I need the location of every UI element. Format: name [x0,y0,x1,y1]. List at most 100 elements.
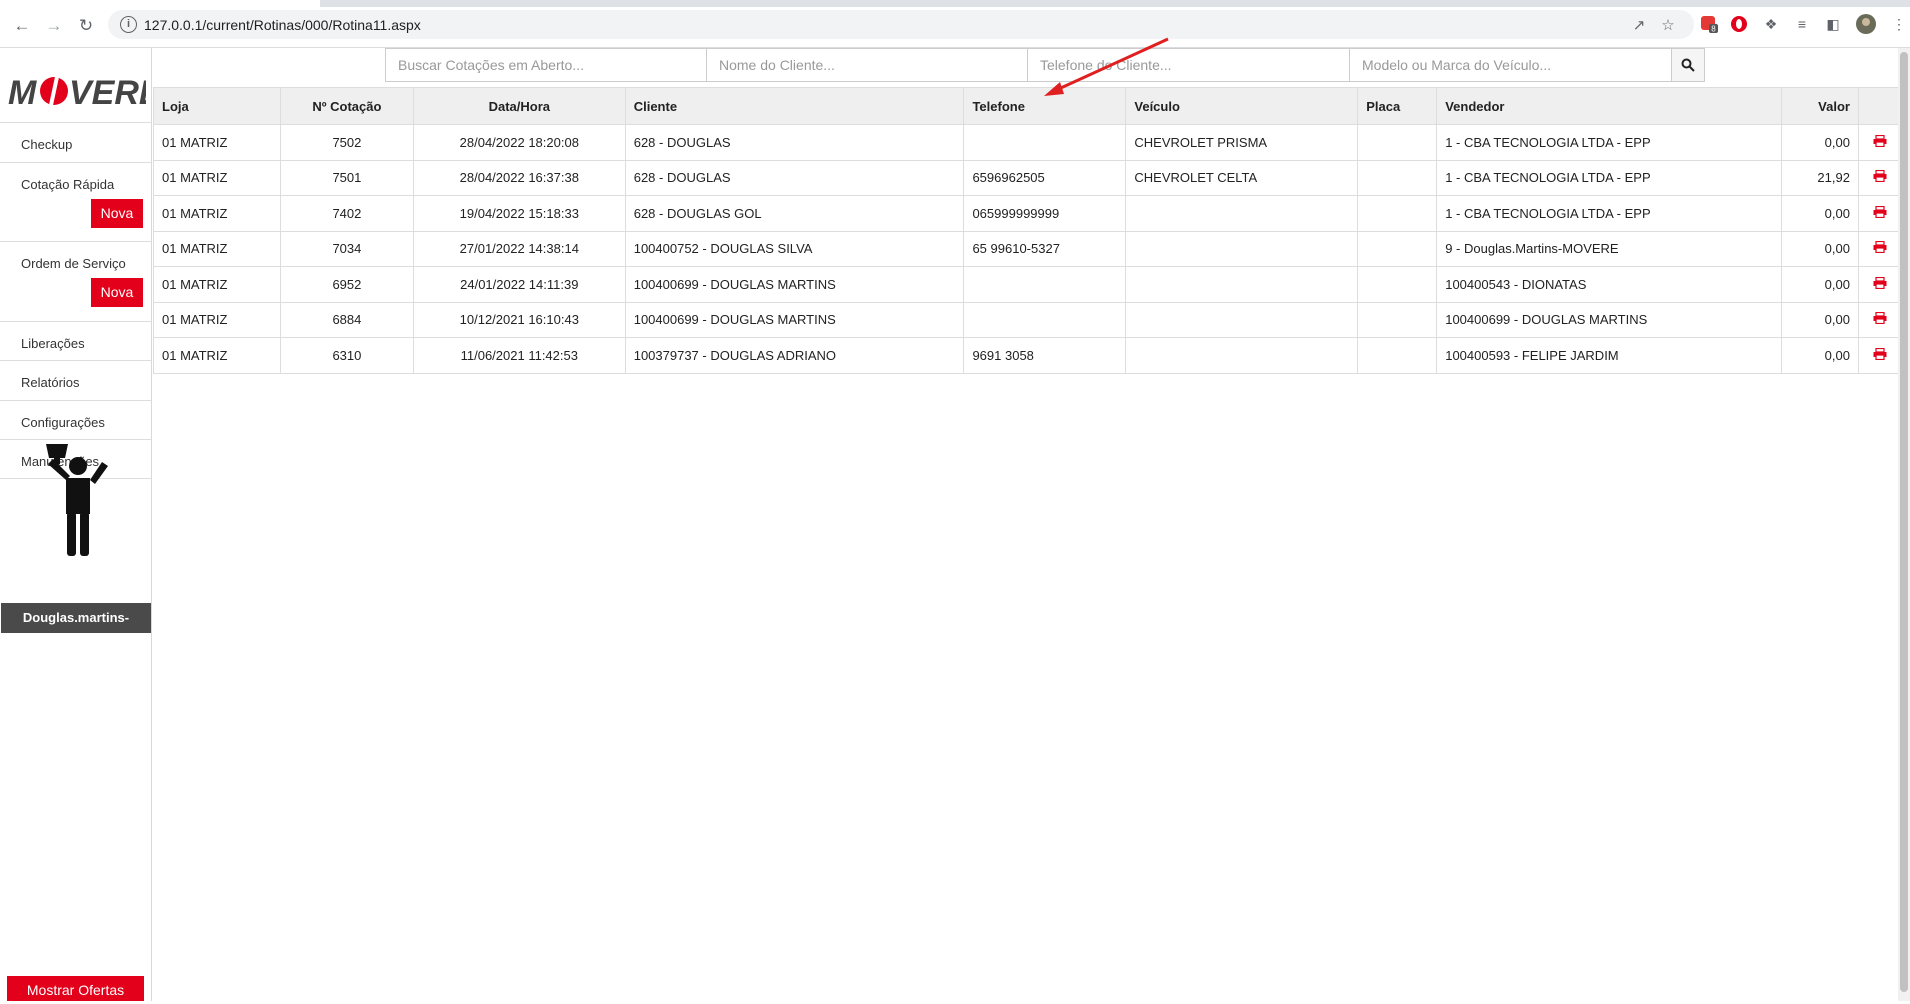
svg-text:M: M [8,74,37,112]
cell-vendedor: 100400699 - DOUGLAS MARTINS [1436,301,1782,338]
print-icon[interactable] [1873,276,1887,289]
cell-telefone [963,124,1127,161]
table-row[interactable]: 01 MATRIZ 7502 28/04/2022 18:20:08 628 - DO… [153,124,1904,161]
table-row[interactable]: 01 MATRIZ 6310 11/06/2021 11:42:53 10037973… [153,337,1904,374]
bookmark-star-icon[interactable]: ☆ [1657,14,1679,36]
address-bar[interactable]: i 127.0.0.1/current/Rotinas/000/Rotina11… [108,10,1694,39]
sidebar-item-label: Configurações [21,415,105,430]
site-info-icon[interactable]: i [120,16,137,33]
sidebar-item-label: Relatórios [21,375,80,390]
col-header-veiculo[interactable]: Veículo [1125,87,1359,125]
forward-icon[interactable]: → [42,14,66,38]
col-header-cliente[interactable]: Cliente [624,87,965,125]
print-icon[interactable] [1873,170,1887,183]
browser-toolbar: ← → ↻ i 127.0.0.1/current/Rotinas/000/Ro… [0,0,1910,48]
profile-avatar[interactable] [1855,13,1877,35]
cell-cotacao: 7502 [279,124,414,161]
cell-cotacao: 7501 [279,159,414,196]
col-header-telefone[interactable]: Telefone [963,87,1127,125]
browser-menu-icon[interactable]: ⋮ [1888,13,1910,35]
cell-loja: 01 MATRIZ [153,230,281,267]
cell-telefone: 065999999999 [963,195,1127,232]
cell-cliente: 100400699 - DOUGLAS MARTINS [624,301,965,338]
col-header-loja[interactable]: Loja [153,87,281,125]
cell-valor: 0,00 [1780,337,1859,374]
cell-data-hora: 11/06/2021 11:42:53 [412,337,626,374]
cell-placa [1357,195,1438,232]
cell-vendedor: 1 - CBA TECNOLOGIA LTDA - EPP [1436,124,1782,161]
back-icon[interactable]: ← [10,14,34,38]
active-tab[interactable] [0,0,320,7]
tab-strip [0,0,1910,7]
url-text[interactable]: 127.0.0.1/current/Rotinas/000/Rotina11.a… [144,17,421,33]
cotacoes-search-input[interactable] [385,48,707,82]
extension-badge-icon[interactable]: 8 [1698,13,1720,35]
cell-valor: 0,00 [1780,124,1859,161]
table-row[interactable]: 01 MATRIZ 6952 24/01/2022 14:11:39 10040069… [153,266,1904,303]
col-header-placa[interactable]: Placa [1357,87,1438,125]
cell-data-hora: 28/04/2022 16:37:38 [412,159,626,196]
cell-cliente: 100379737 - DOUGLAS ADRIANO [624,337,965,374]
sidebar-item-checkup[interactable]: Checkup [0,122,152,162]
cell-cliente: 628 - DOUGLAS GOL [624,195,965,232]
cell-data-hora: 28/04/2022 18:20:08 [412,124,626,161]
cell-telefone [963,301,1127,338]
search-bar [385,48,1705,82]
print-icon[interactable] [1873,312,1887,325]
sidebar-item-relatorios[interactable]: Relatórios [0,360,152,400]
table-row[interactable]: 01 MATRIZ 7034 27/01/2022 14:38:14 10040075… [153,230,1904,267]
cell-loja: 01 MATRIZ [153,301,281,338]
sidebar-item-label: Checkup [21,137,73,152]
cell-veiculo [1125,266,1359,303]
reload-icon[interactable]: ↻ [74,14,98,38]
movere-logo[interactable]: M VERE [8,64,163,114]
col-header-valor[interactable]: Valor [1780,87,1859,125]
col-header-data-hora[interactable]: Data/Hora [412,87,626,125]
nova-ordem-button[interactable]: Nova [91,278,143,307]
cell-placa [1357,337,1438,374]
extensions-puzzle-icon[interactable]: ❖ [1760,13,1782,35]
telefone-search-input[interactable] [1027,48,1350,82]
cell-actions [1857,301,1904,338]
table-row[interactable]: 01 MATRIZ 7402 19/04/2022 15:18:33 628 - DO… [153,195,1904,232]
media-list-icon[interactable]: ≡ [1791,13,1813,35]
cell-cotacao: 6884 [279,301,414,338]
page-scrollbar[interactable] [1898,48,1910,1001]
cell-cliente: 628 - DOUGLAS [624,159,965,196]
cell-data-hora: 27/01/2022 14:38:14 [412,230,626,267]
cell-cotacao: 7034 [279,230,414,267]
opera-icon[interactable] [1728,13,1750,35]
cell-data-hora: 24/01/2022 14:11:39 [412,266,626,303]
sidebar-item-liberacoes[interactable]: Liberações [0,321,152,360]
col-header-cotacao[interactable]: Nº Cotação [279,87,414,125]
side-panel-icon[interactable]: ◧ [1822,13,1844,35]
cell-data-hora: 19/04/2022 15:18:33 [412,195,626,232]
table-row[interactable]: 01 MATRIZ 7501 28/04/2022 16:37:38 628 - DO… [153,159,1904,196]
cell-placa [1357,266,1438,303]
nova-cotacao-button[interactable]: Nova [91,199,143,228]
cell-actions [1857,195,1904,232]
print-icon[interactable] [1873,205,1887,218]
veiculo-search-input[interactable] [1349,48,1672,82]
share-icon[interactable]: ↗ [1628,14,1650,36]
cell-cliente: 100400699 - DOUGLAS MARTINS [624,266,965,303]
print-icon[interactable] [1873,347,1887,360]
sidebar-item-ordem-servico[interactable]: Ordem de Serviço Nova [0,241,152,321]
print-icon[interactable] [1873,241,1887,254]
cell-data-hora: 10/12/2021 16:10:43 [412,301,626,338]
print-icon[interactable] [1873,134,1887,147]
table-row[interactable]: 01 MATRIZ 6884 10/12/2021 16:10:43 10040069… [153,301,1904,338]
cell-telefone [963,266,1127,303]
sidebar-item-cotacao-rapida[interactable]: Cotação Rápida Nova [0,162,152,241]
scrollbar-thumb[interactable] [1900,52,1908,992]
cell-cotacao: 6952 [279,266,414,303]
mostrar-ofertas-button[interactable]: Mostrar Ofertas [7,976,144,1001]
cell-vendedor: 100400543 - DIONATAS [1436,266,1782,303]
cell-valor: 0,00 [1780,266,1859,303]
sidebar-item-configuracoes[interactable]: Configurações [0,400,152,439]
cliente-search-input[interactable] [706,48,1028,82]
cell-placa [1357,301,1438,338]
cell-vendedor: 1 - CBA TECNOLOGIA LTDA - EPP [1436,195,1782,232]
col-header-vendedor[interactable]: Vendedor [1436,87,1782,125]
search-button[interactable] [1671,48,1705,82]
